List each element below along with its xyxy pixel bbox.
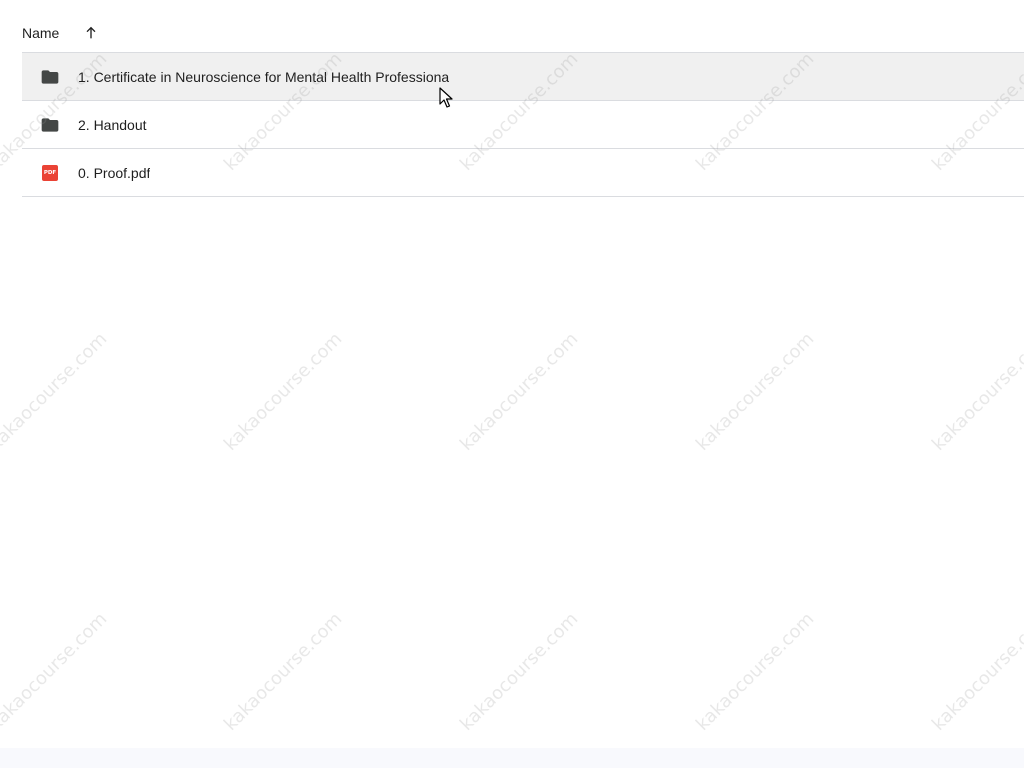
bottom-strip <box>0 748 1024 768</box>
folder-icon <box>40 115 60 135</box>
name-column-header[interactable]: Name <box>22 25 59 41</box>
file-name: 0. Proof.pdf <box>78 164 151 181</box>
watermark-text: kakaocourse.com <box>456 328 583 455</box>
watermark-text: kakaocourse.com <box>220 608 347 735</box>
arrow-upward-icon <box>86 26 96 39</box>
pdf-icon: PDF <box>40 163 60 183</box>
file-name: 2. Handout <box>78 116 147 133</box>
file-browser: Name 1. Certificate in Neuroscience for … <box>0 0 1024 768</box>
file-row[interactable]: 2. Handout <box>22 101 1024 149</box>
file-name: 1. Certificate in Neuroscience for Menta… <box>78 68 450 85</box>
watermark-text: kakaocourse.com <box>692 608 819 735</box>
file-row[interactable]: PDF 0. Proof.pdf <box>22 149 1024 197</box>
watermark-text: kakaocourse.com <box>220 328 347 455</box>
watermark-text: kakaocourse.com <box>0 608 112 735</box>
file-list: 1. Certificate in Neuroscience for Menta… <box>22 53 1024 197</box>
watermark-text: kakaocourse.com <box>692 328 819 455</box>
pdf-badge: PDF <box>42 164 58 181</box>
watermark-text: kakaocourse.com <box>456 608 583 735</box>
folder-icon <box>40 67 60 87</box>
list-header: Name <box>22 0 1024 53</box>
sort-direction-button[interactable] <box>79 21 103 45</box>
watermark-text: kakaocourse.com <box>928 328 1024 455</box>
watermark-text: kakaocourse.com <box>0 328 112 455</box>
file-row[interactable]: 1. Certificate in Neuroscience for Menta… <box>22 53 1024 101</box>
watermark-text: kakaocourse.com <box>928 608 1024 735</box>
